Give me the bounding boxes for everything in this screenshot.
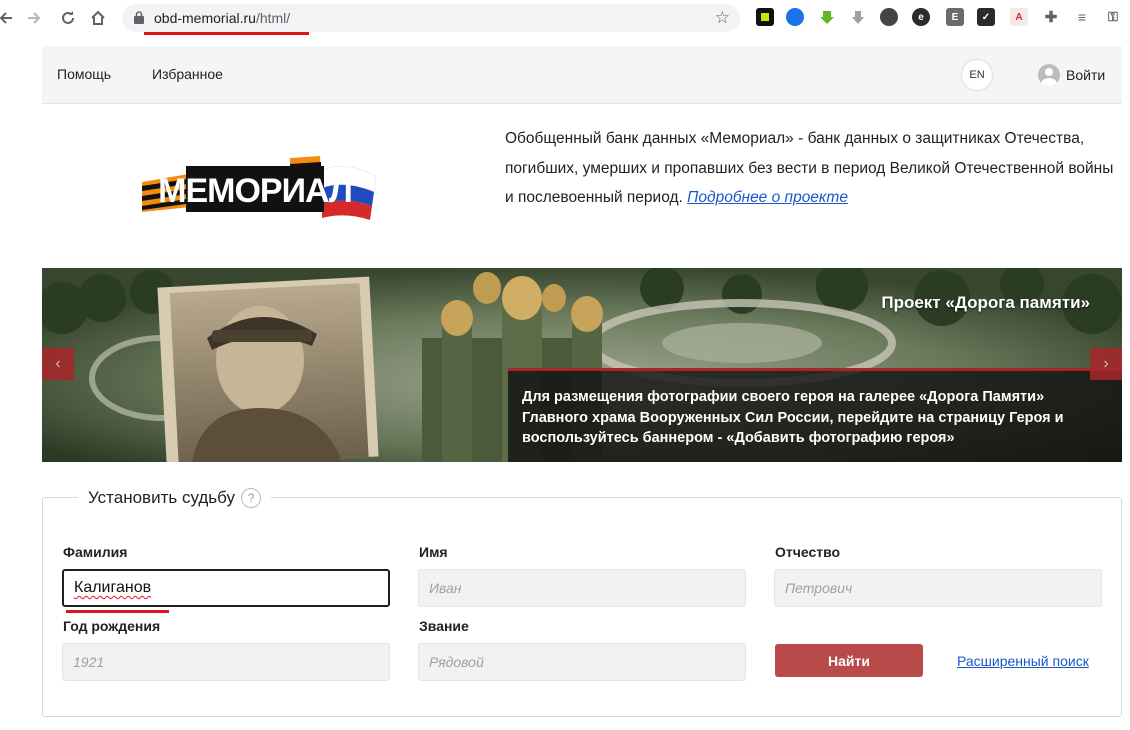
url-text: obd-memorial.ru/html/ [154,10,291,26]
download-grey-icon[interactable] [849,8,867,26]
birth-year-input[interactable]: 1921 [62,643,390,681]
intro-text: Обобщенный банк данных «Мемориал» - банк… [505,130,1114,206]
search-panel [42,497,1122,717]
rank-input[interactable]: Рядовой [418,643,746,681]
birth-year-label: Год рождения [63,618,161,634]
rank-label: Звание [419,618,469,634]
forward-icon[interactable] [22,6,46,30]
back-icon[interactable] [0,6,18,30]
memorial-logo[interactable]: МЕМОРИАЛ [140,150,380,230]
surname-input[interactable]: Калиганов [62,569,390,607]
favorites-link[interactable]: Избранное [152,66,223,82]
puzzle-icon[interactable]: ✚ [1042,8,1060,26]
name-input[interactable]: Иван [418,569,746,607]
extension-icon-6[interactable]: e [912,8,930,26]
help-icon[interactable]: ? [241,488,262,508]
patronymic-input[interactable]: Петрович [774,569,1102,607]
extension-icon-5[interactable] [880,8,898,26]
banner-next-arrow[interactable]: › [1090,348,1122,380]
site-header: Помощь Избранное EN Войти [42,46,1122,104]
patronymic-label: Отчество [775,544,841,560]
road-of-memory-banner[interactable]: Проект «Дорога памяти» Для размещения фо… [42,268,1122,462]
banner-prev-arrow[interactable]: ‹ [42,348,74,380]
key-icon[interactable]: ⚿ [1104,8,1122,26]
download-extension-icon[interactable] [818,8,836,26]
browser-toolbar: obd-memorial.ru/html/ ☆ e E ✓ A ✚ ≡ ⚿ [0,0,1130,36]
surname-highlight-underline [66,610,169,613]
playlist-icon[interactable]: ≡ [1073,8,1091,26]
lock-icon [134,11,144,24]
advanced-search-link[interactable]: Расширенный поиск [957,653,1089,669]
extension-icon-7[interactable]: E [946,8,964,26]
name-label: Имя [419,544,448,560]
url-highlight-underline [144,32,309,35]
login-button[interactable]: Войти [1038,63,1105,87]
extension-icon-8[interactable]: ✓ [977,8,995,26]
reload-icon[interactable] [56,6,80,30]
search-button[interactable]: Найти [775,644,923,677]
home-icon[interactable] [86,6,110,30]
language-switch[interactable]: EN [962,60,992,90]
search-panel-legend: Установить судьбу ? [78,484,272,512]
user-icon [1038,64,1060,86]
surname-label: Фамилия [63,544,128,560]
banner-caption: Для размещения фотографии своего героя н… [508,368,1122,462]
about-project-link[interactable]: Подробнее о проекте [687,189,848,206]
logo-wordmark: МЕМОРИАЛ [158,172,352,210]
pdf-extension-icon[interactable]: A [1010,8,1028,26]
address-bar[interactable]: obd-memorial.ru/html/ ☆ [122,4,740,32]
extension-icon-1[interactable] [756,8,774,26]
banner-title: Проект «Дорога памяти» [881,293,1090,312]
help-link[interactable]: Помощь [57,66,111,82]
star-icon[interactable]: ☆ [715,8,730,28]
globe-extension-icon[interactable] [786,8,804,26]
login-label: Войти [1066,67,1106,83]
